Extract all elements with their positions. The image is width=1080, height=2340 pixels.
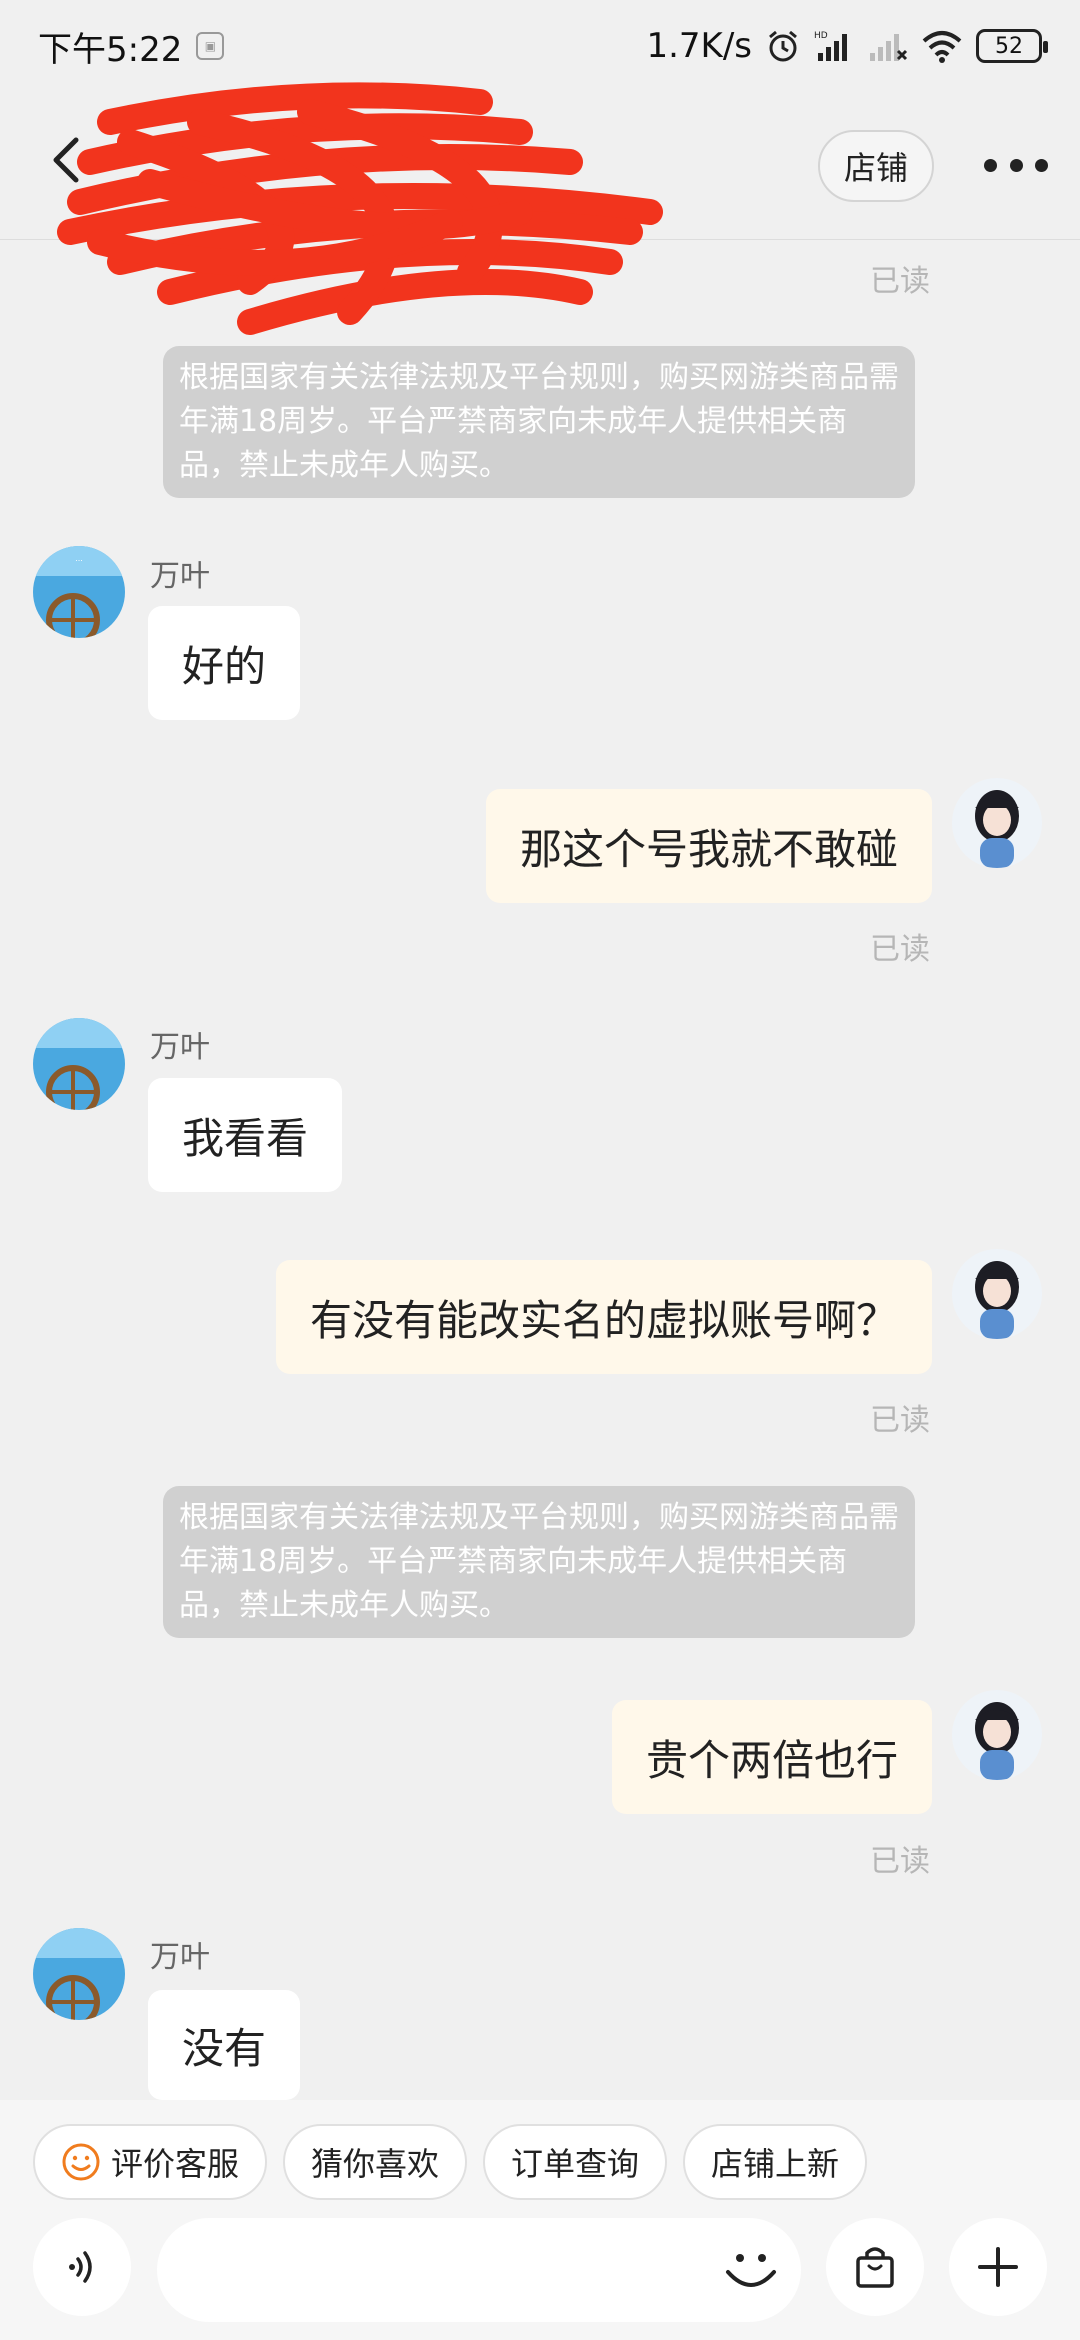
voice-icon	[69, 2251, 92, 2283]
read-receipt: 已读	[870, 932, 930, 967]
order-query-chip[interactable]: 订单查询	[483, 2124, 668, 2200]
smiley-rating-icon	[62, 2143, 100, 2181]
message-bubble-outgoing[interactable]: 那这个号我就不敢碰	[485, 789, 932, 903]
message-bubble-incoming[interactable]: 没有	[148, 1990, 301, 2100]
battery-level: 52	[995, 33, 1023, 59]
rate-service-chip[interactable]: 评价客服	[33, 2124, 268, 2200]
shop-button-label: 店铺	[843, 149, 908, 187]
seller-avatar[interactable]	[33, 1928, 125, 2020]
bottom-toolbar: 评价客服 猜你喜欢 订单查询 店铺上新	[0, 2100, 1080, 2340]
read-receipt: 已读	[870, 264, 930, 299]
plus-icon	[978, 2247, 1018, 2287]
user-avatar[interactable]	[952, 1690, 1042, 1780]
seller-avatar-image: ...	[33, 546, 125, 638]
more-dot	[1009, 158, 1023, 172]
battery-icon: 52	[976, 29, 1048, 63]
status-bar-right: 1.7K/s HD 52	[646, 26, 1048, 66]
user-avatar-image	[952, 1690, 1042, 1780]
network-speed: 1.7K/s	[646, 26, 752, 66]
hd-signal-icon: HD	[814, 31, 847, 61]
alarm-icon	[769, 30, 797, 62]
sender-name: 万叶	[150, 1030, 210, 1065]
svg-text:HD: HD	[814, 31, 828, 41]
message-input-row	[33, 2218, 1047, 2322]
chip-label: 订单查询	[511, 2145, 640, 2183]
emoji-icon[interactable]	[718, 2236, 784, 2302]
signal-icon	[870, 34, 908, 61]
chip-label: 店铺上新	[711, 2145, 840, 2183]
sender-name: 万叶	[150, 1940, 210, 1975]
chip-label: 猜你喜欢	[311, 2145, 440, 2183]
message-text: 有没有能改实名的虚拟账号啊？	[309, 1295, 898, 1345]
message-text: 好的	[182, 641, 267, 691]
read-receipt: 已读	[870, 1844, 930, 1879]
system-notice: 根据国家有关法律法规及平台规则，购买网游类商品需年满18周岁。平台严禁商家向未成…	[163, 346, 915, 498]
user-avatar[interactable]	[952, 1249, 1042, 1339]
shopping-bag-icon	[856, 2247, 894, 2288]
message-text: 那这个号我就不敢碰	[519, 824, 898, 874]
chip-label: 评价客服	[111, 2145, 240, 2183]
store-new-items-chip[interactable]: 店铺上新	[683, 2124, 868, 2200]
message-bubble-outgoing[interactable]: 贵个两倍也行	[611, 1700, 932, 1814]
shop-button[interactable]: 店铺	[817, 130, 934, 202]
voice-input-button[interactable]	[33, 2218, 131, 2316]
seller-avatar[interactable]	[33, 1018, 125, 1110]
notification-icon: ▣	[196, 32, 225, 60]
user-avatar-image	[952, 1249, 1042, 1339]
message-bubble-outgoing[interactable]: 有没有能改实名的虚拟账号啊？	[275, 1260, 932, 1374]
user-avatar[interactable]	[952, 778, 1042, 868]
message-text: 我看看	[182, 1113, 309, 1163]
message-bubble-incoming[interactable]: 我看看	[148, 1078, 343, 1192]
sender-name: 万叶	[150, 559, 210, 594]
message-bubble-incoming[interactable]: 好的	[148, 606, 301, 720]
seller-avatar[interactable]: ...	[33, 546, 125, 638]
guess-you-like-chip[interactable]: 猜你喜欢	[283, 2124, 468, 2200]
product-bag-button[interactable]	[826, 2218, 924, 2316]
more-plus-button[interactable]	[949, 2218, 1047, 2316]
user-avatar-image	[952, 778, 1042, 868]
message-text: 贵个两倍也行	[645, 1735, 898, 1785]
system-notice: 根据国家有关法律法规及平台规则，购买网游类商品需年满18周岁。平台严禁商家向未成…	[163, 1486, 915, 1638]
seller-avatar-image	[33, 1018, 125, 1110]
seller-avatar-image	[33, 1928, 125, 2020]
message-input[interactable]	[157, 2218, 801, 2322]
more-dot	[984, 158, 997, 172]
more-dot	[1035, 158, 1048, 172]
chat-header: 店铺	[0, 82, 1080, 335]
wifi-icon	[922, 31, 962, 63]
redacted-title-scribble	[57, 82, 663, 335]
read-receipt: 已读	[870, 1403, 930, 1438]
quick-action-chips: 评价客服 猜你喜欢 订单查询 店铺上新	[33, 2124, 868, 2200]
more-options-icon[interactable]	[984, 150, 1048, 180]
message-text: 没有	[182, 2023, 267, 2073]
svg-text:...: ...	[75, 554, 83, 563]
